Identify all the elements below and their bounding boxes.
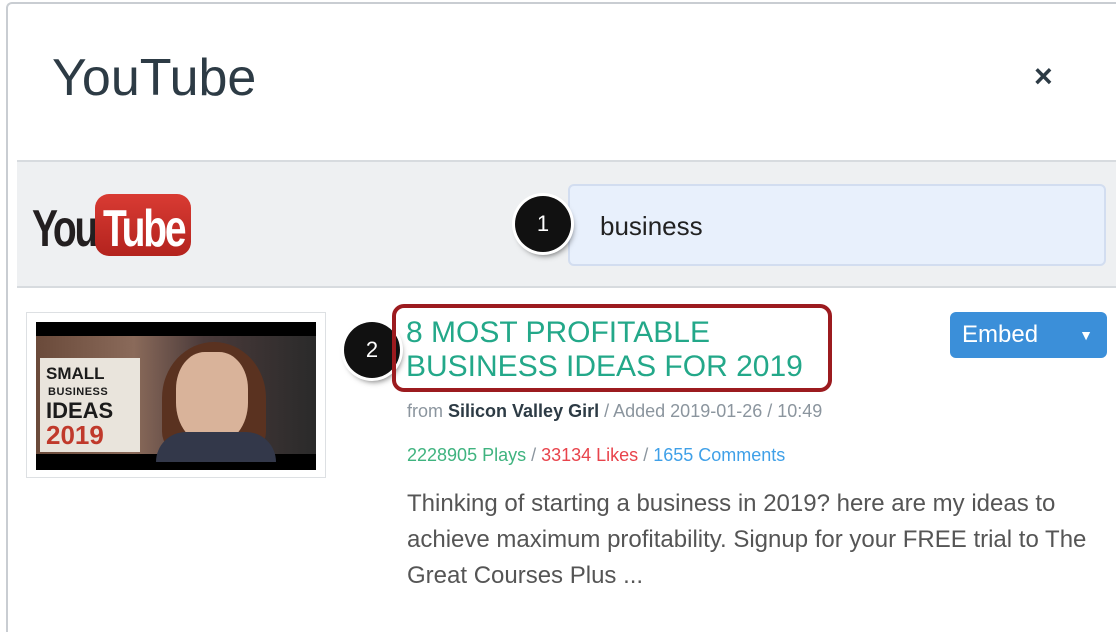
thumbnail-body [156,432,276,462]
video-meta: from Silicon Valley Girl / Added 2019-01… [407,401,822,422]
thumbnail-small-text: SMALL [46,364,105,383]
embed-label: Embed [962,321,1039,348]
dialog-title: YouTube [52,49,257,107]
logo-tube-text: Tube [103,200,187,258]
thumbnail-image: SMALL BUSINESS IDEAS 2019 [36,336,316,462]
thumbnail-business-text: BUSINESS [48,386,109,398]
from-label: from [407,401,443,421]
likes-count: 33134 Likes [541,445,639,465]
close-icon[interactable]: × [1034,60,1053,92]
thumbnail-year-text: 2019 [46,420,104,450]
video-stats: 2228905 Plays / 33134 Likes / 1655 Comme… [407,445,785,466]
video-title-link[interactable]: 8 MOST PROFITABLE BUSINESS IDEAS FOR 201… [406,316,836,384]
chevron-down-icon[interactable]: ▼ [1079,312,1093,358]
thumbnail-badge: SMALL BUSINESS IDEAS 2019 [40,358,140,452]
thumbnail-face [176,352,248,444]
stats-separator: / [638,445,654,465]
plays-count: 2228905 Plays [407,445,527,465]
video-description: Thinking of starting a business in 2019?… [407,490,1087,589]
embed-button[interactable]: Embed ▼ [950,312,1107,358]
search-input[interactable]: business [568,184,1106,266]
logo-you-text: You [32,200,98,258]
video-thumbnail[interactable]: SMALL BUSINESS IDEAS 2019 [36,322,316,470]
stats-separator: / [526,445,542,465]
comments-count: 1655 Comments [653,445,786,465]
added-date: / Added 2019-01-26 / 10:49 [604,401,823,421]
channel-name: Silicon Valley Girl [448,401,600,421]
callout-1: 1 [515,196,571,252]
